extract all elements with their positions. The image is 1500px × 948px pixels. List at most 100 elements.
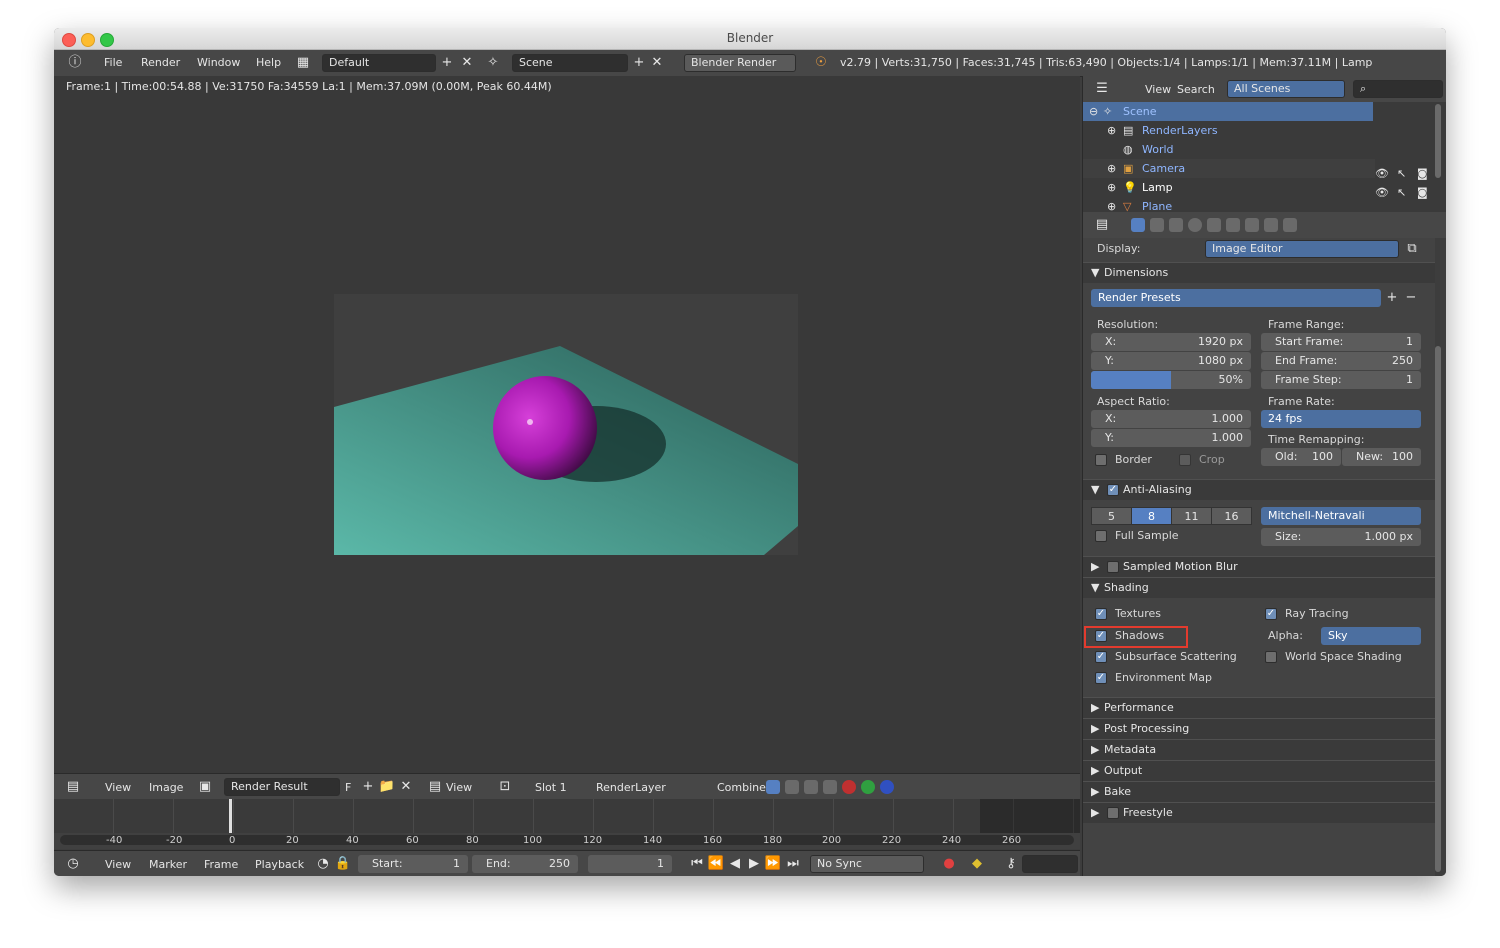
resolution-y-field[interactable]: Y: 1080 px bbox=[1091, 352, 1251, 370]
jump-keyframe-forward-icon[interactable]: ⏩ bbox=[764, 855, 782, 873]
expand-icon[interactable]: ⊕ bbox=[1107, 121, 1116, 140]
selectable-arrow-icon[interactable]: ↖ bbox=[1397, 167, 1406, 180]
aa-samples-16[interactable]: 16 bbox=[1211, 507, 1252, 525]
timeline-marker-menu[interactable]: Marker bbox=[149, 858, 187, 871]
alpha-checker-icon[interactable] bbox=[785, 780, 799, 794]
add-layout-icon[interactable]: + bbox=[438, 54, 456, 72]
render-presets-select[interactable]: Render Presets bbox=[1091, 289, 1381, 307]
post-processing-panel-header[interactable]: ▶ Post Processing bbox=[1083, 718, 1435, 739]
current-frame-cursor[interactable] bbox=[229, 799, 232, 833]
active-keying-set-field[interactable] bbox=[1022, 855, 1078, 873]
outliner-search-menu[interactable]: Search bbox=[1177, 83, 1215, 96]
end-frame-prop-field[interactable]: End Frame: 250 bbox=[1261, 352, 1421, 370]
keying-set-icon[interactable]: ◆ bbox=[968, 855, 986, 873]
play-reverse-icon[interactable]: ◀ bbox=[726, 855, 744, 873]
render-layer-select[interactable]: RenderLayer bbox=[596, 781, 666, 794]
renderable-camera-icon[interactable]: ◙ bbox=[1417, 186, 1428, 199]
properties-type-icon[interactable]: ▤ bbox=[1093, 216, 1111, 234]
image-editor[interactable]: Frame:1 | Time:00:54.88 | Ve:31750 Fa:34… bbox=[54, 76, 1080, 798]
end-frame-field[interactable]: End: 250 bbox=[472, 855, 578, 873]
time-remap-new-field[interactable]: New: 100 bbox=[1342, 448, 1421, 466]
render-layers-tab-icon[interactable] bbox=[1150, 218, 1164, 232]
view-mode-menu[interactable]: View bbox=[446, 781, 472, 794]
render-engine-select[interactable]: Blender Render bbox=[684, 54, 796, 72]
fake-user-toggle[interactable]: F bbox=[345, 781, 351, 794]
metadata-panel-header[interactable]: ▶ Metadata bbox=[1083, 739, 1435, 760]
preview-range-icon[interactable]: ◔ bbox=[314, 855, 332, 873]
menu-help[interactable]: Help bbox=[256, 56, 281, 69]
data-tab-icon[interactable] bbox=[1245, 218, 1259, 232]
menu-render[interactable]: Render bbox=[141, 56, 180, 69]
screen-layout-field[interactable]: Default bbox=[322, 54, 436, 72]
pivot-icon[interactable]: ⊡ bbox=[496, 778, 514, 796]
new-image-icon[interactable]: + bbox=[359, 778, 377, 796]
properties-panel[interactable]: Display: Image Editor ⧉ ▼ Dimensions Ren… bbox=[1083, 238, 1435, 876]
image-menu[interactable]: Image bbox=[149, 781, 183, 794]
record-icon[interactable]: ● bbox=[940, 855, 958, 873]
aa-samples-8[interactable]: 8 bbox=[1131, 507, 1172, 525]
selectable-arrow-icon[interactable]: ↖ bbox=[1397, 186, 1406, 199]
motion-blur-panel-header[interactable]: ▶ Sampled Motion Blur bbox=[1083, 556, 1435, 577]
output-panel-header[interactable]: ▶ Output bbox=[1083, 760, 1435, 781]
outliner-view-menu[interactable]: View bbox=[1145, 83, 1171, 96]
menu-window[interactable]: Window bbox=[197, 56, 240, 69]
slot-select[interactable]: Slot 1 bbox=[535, 781, 567, 794]
renderable-camera-icon[interactable]: ◙ bbox=[1417, 167, 1428, 180]
menu-file[interactable]: File bbox=[104, 56, 122, 69]
unlink-image-icon[interactable]: ✕ bbox=[397, 778, 415, 796]
screen-layout-icon[interactable]: ▦ bbox=[294, 54, 312, 72]
image-editor-type-icon[interactable]: ▤ bbox=[64, 778, 82, 796]
close-window-icon[interactable] bbox=[62, 33, 76, 47]
env-map-checkbox[interactable]: ✓ bbox=[1095, 672, 1107, 684]
timeline-scrollbar[interactable] bbox=[60, 835, 1074, 845]
sync-mode-select[interactable]: No Sync bbox=[810, 855, 924, 873]
info-editor-type-icon[interactable]: ⓘ bbox=[66, 54, 84, 72]
start-frame-field[interactable]: Start: 1 bbox=[358, 855, 468, 873]
aa-samples-11[interactable]: 11 bbox=[1171, 507, 1212, 525]
aspect-x-field[interactable]: X: 1.000 bbox=[1091, 410, 1251, 428]
minimize-window-icon[interactable] bbox=[81, 33, 95, 47]
red-channel-icon[interactable] bbox=[842, 780, 856, 794]
add-scene-icon[interactable]: + bbox=[630, 54, 648, 72]
view-mode-icon[interactable]: ▤ bbox=[426, 778, 444, 796]
expand-icon[interactable]: ⊕ bbox=[1107, 159, 1116, 178]
timeline-frame-menu[interactable]: Frame bbox=[204, 858, 238, 871]
timeline-editor-type-icon[interactable]: ◷ bbox=[64, 855, 82, 873]
outliner-row-plane[interactable]: ⊕ ▽ Plane bbox=[1083, 197, 1375, 212]
aspect-y-field[interactable]: Y: 1.000 bbox=[1091, 429, 1251, 447]
time-remap-old-field[interactable]: Old: 100 bbox=[1261, 448, 1341, 466]
scene-icon[interactable]: ✧ bbox=[484, 54, 502, 72]
add-preset-icon[interactable]: + bbox=[1383, 289, 1401, 307]
outliner-type-icon[interactable]: ☰ bbox=[1093, 80, 1111, 98]
alpha-select[interactable]: Sky bbox=[1321, 627, 1421, 645]
remove-preset-icon[interactable]: − bbox=[1402, 289, 1420, 307]
texture-tab-icon[interactable] bbox=[1264, 218, 1278, 232]
dimensions-panel-header[interactable]: ▼ Dimensions bbox=[1083, 262, 1435, 283]
jump-end-icon[interactable]: ⏭ bbox=[784, 855, 802, 873]
timeline-editor[interactable]: -40 -20 0 20 40 60 80 100 120 140 160 18… bbox=[54, 799, 1080, 849]
timeline-frames[interactable] bbox=[54, 799, 1080, 833]
resolution-percent-slider[interactable]: 50% bbox=[1091, 371, 1251, 389]
lock-range-icon[interactable]: 🔒 bbox=[334, 855, 352, 873]
current-frame-field[interactable]: 1 bbox=[588, 855, 672, 873]
outliner-search-input[interactable]: ⌕ bbox=[1353, 80, 1443, 98]
outliner-scrollbar[interactable] bbox=[1435, 104, 1441, 178]
bake-panel-header[interactable]: ▶ Bake bbox=[1083, 781, 1435, 802]
open-image-icon[interactable]: 📁 bbox=[378, 778, 396, 796]
anti-aliasing-checkbox[interactable]: ✓ bbox=[1107, 484, 1119, 496]
start-frame-prop-field[interactable]: Start Frame: 1 bbox=[1261, 333, 1421, 351]
ray-tracing-checkbox[interactable]: ✓ bbox=[1265, 608, 1277, 620]
visibility-eye-icon[interactable]: 👁 bbox=[1375, 186, 1389, 199]
zoom-window-icon[interactable] bbox=[100, 33, 114, 47]
world-space-shading-checkbox[interactable] bbox=[1265, 651, 1277, 663]
freestyle-checkbox[interactable] bbox=[1107, 807, 1119, 819]
physics-tab-icon[interactable] bbox=[1283, 218, 1297, 232]
outliner-filter-select[interactable]: All Scenes bbox=[1227, 80, 1345, 98]
z-buffer-icon[interactable] bbox=[804, 780, 818, 794]
collapse-icon[interactable]: ⊖ bbox=[1089, 102, 1098, 121]
render-tab-icon[interactable] bbox=[1131, 218, 1145, 232]
remove-layout-icon[interactable]: ✕ bbox=[458, 54, 476, 72]
world-tab-icon[interactable] bbox=[1188, 218, 1202, 232]
properties-scrollbar[interactable] bbox=[1435, 346, 1441, 872]
outliner-row-scene[interactable]: ⊖ ✧ Scene bbox=[1083, 102, 1373, 121]
